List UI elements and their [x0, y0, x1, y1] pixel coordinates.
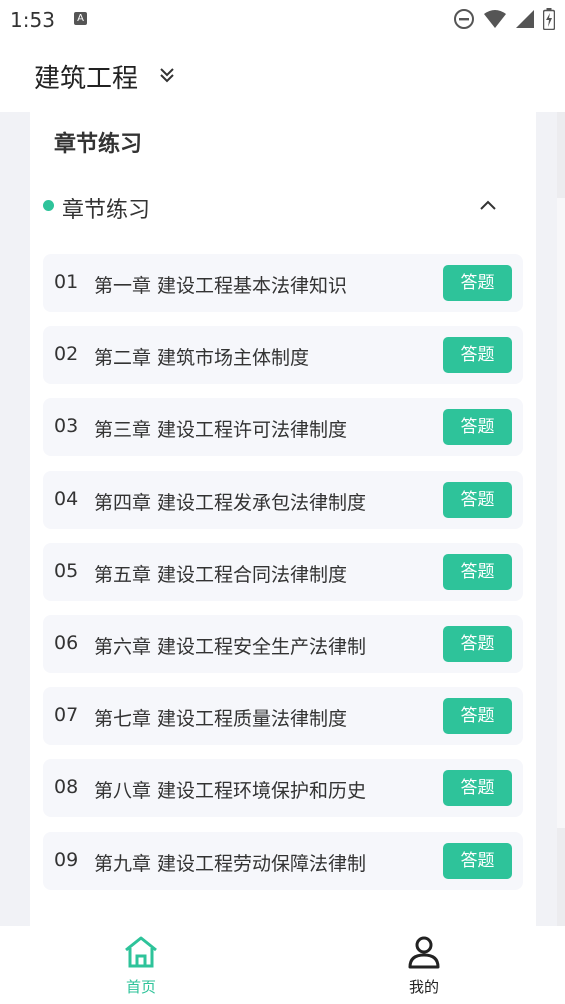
chapter-row[interactable]: 06 第六章 建设工程安全生产法律制 答题: [43, 615, 523, 673]
chapter-number: 02: [54, 343, 79, 366]
chapter-title: 第六章 建设工程安全生产法律制: [94, 636, 367, 658]
chevron-up-icon[interactable]: [474, 192, 502, 220]
chapter-title: 第三章 建设工程许可法律制度: [94, 419, 348, 442]
section-dot: [43, 200, 54, 211]
card-title: 章节练习: [54, 132, 143, 157]
home-icon: [125, 936, 157, 968]
chapter-row[interactable]: 09 第九章 建设工程劳动保障法律制 答题: [43, 831, 523, 890]
chapter-title: 第一章 建设工程基本法律知识: [94, 275, 348, 297]
chapter-number: 08: [54, 776, 79, 799]
chapter-title: 第九章 建设工程劳动保障法律制: [94, 852, 367, 875]
chapter-title: 第八章 建设工程环境保护和历史: [94, 780, 367, 803]
chapter-title: 第二章 建筑市场主体制度: [94, 347, 310, 370]
answer-button[interactable]: 答题: [443, 409, 512, 446]
chapter-practice-card: 章节练习 章节练习 01 第一章 建设工程基本法律知识 答题 02 第二章 建筑市场主体…: [30, 112, 536, 926]
user-icon: [408, 936, 440, 969]
section-header[interactable]: 章节练习: [30, 186, 536, 230]
chapter-number: 05: [54, 559, 79, 582]
chapter-title: 第七章 建设工程质量法律制度: [94, 708, 348, 731]
chapter-number: 09: [54, 848, 79, 871]
answer-button[interactable]: 答题: [443, 553, 512, 590]
bottom-tab-bar: 首页 我的: [0, 926, 565, 1004]
chapter-row[interactable]: 02 第二章 建筑市场主体制度 答题: [43, 326, 523, 385]
category-title[interactable]: 建筑工程: [34, 58, 138, 95]
battery-icon: [543, 8, 555, 30]
chapter-row[interactable]: 08 第八章 建设工程环境保护和历史 答题: [43, 759, 523, 818]
tab-home[interactable]: 首页: [71, 926, 211, 1004]
scrollbar-thumb[interactable]: [557, 198, 565, 828]
answer-button[interactable]: 答题: [443, 842, 512, 879]
status-time: 1:53: [10, 8, 55, 32]
tab-mine[interactable]: 我的: [354, 926, 494, 1004]
signal-icon: [516, 10, 534, 28]
chapter-row[interactable]: 05 第五章 建设工程合同法律制度 答题: [43, 542, 523, 601]
tab-home-label: 首页: [125, 978, 156, 996]
answer-button[interactable]: 答题: [443, 265, 512, 301]
chapter-row[interactable]: 04 第四章 建设工程发承包法律制度 答题: [43, 470, 523, 529]
answer-button[interactable]: 答题: [443, 337, 512, 374]
chapter-number: 07: [54, 704, 79, 727]
app-header: 建筑工程: [0, 40, 565, 112]
chapter-number: 06: [54, 632, 79, 654]
chapter-number: 01: [54, 271, 79, 293]
answer-button[interactable]: 答题: [443, 698, 512, 735]
chapter-row[interactable]: 07 第七章 建设工程质量法律制度 答题: [43, 687, 523, 746]
chapter-number: 03: [54, 415, 79, 438]
chapter-row[interactable]: 01 第一章 建设工程基本法律知识 答题: [43, 254, 523, 312]
answer-button[interactable]: 答题: [443, 481, 512, 518]
answer-button[interactable]: 答题: [443, 626, 512, 662]
chapter-title: 第五章 建设工程合同法律制度: [94, 563, 348, 586]
section-label: 章节练习: [62, 198, 151, 223]
chapter-title: 第四章 建设工程发承包法律制度: [94, 491, 367, 514]
status-icons: [453, 8, 555, 30]
chapter-row[interactable]: 03 第三章 建设工程许可法律制度 答题: [43, 398, 523, 457]
status-bar: 1:53 A: [0, 0, 565, 40]
a-icon: A: [74, 12, 87, 25]
double-chevron-down-icon[interactable]: [158, 66, 176, 84]
chapter-number: 04: [54, 487, 79, 510]
do-not-disturb-icon: [454, 9, 474, 29]
answer-button[interactable]: 答题: [443, 770, 512, 807]
wifi-icon: [484, 10, 506, 28]
tab-mine-label: 我的: [408, 978, 439, 996]
